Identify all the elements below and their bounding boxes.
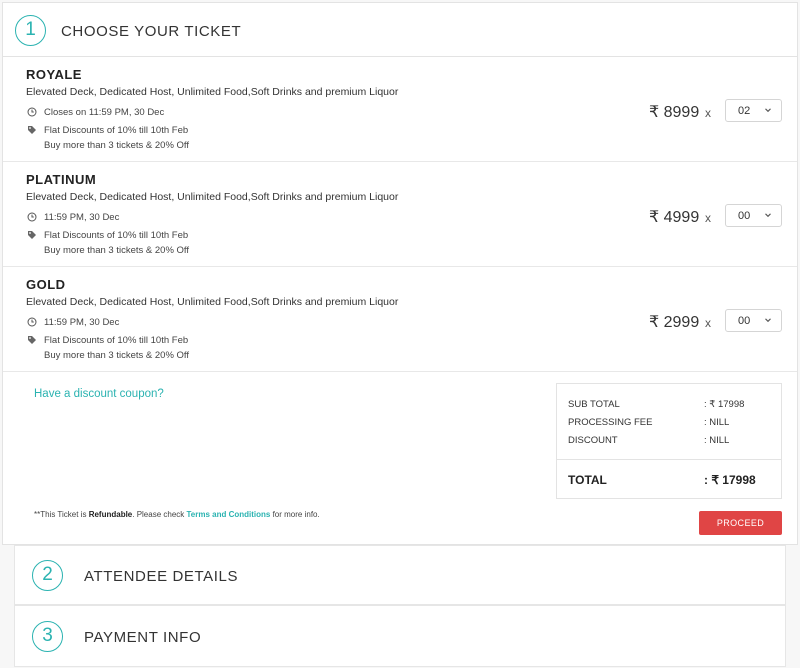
ticket-closes: Closes on 11:59 PM, 30 Dec bbox=[26, 106, 164, 118]
chevron-down-icon bbox=[765, 213, 771, 218]
ticket-name: GOLD bbox=[26, 277, 66, 292]
tag-icon bbox=[26, 334, 38, 346]
ticket-price: ₹ 4999 bbox=[649, 209, 700, 226]
ticket-offer-2: Buy more than 3 tickets & 20% Off bbox=[44, 350, 190, 361]
ticket-row-royale: ROYALE Elevated Deck, Dedicated Host, Un… bbox=[3, 57, 797, 162]
quantity-select[interactable]: 02 bbox=[725, 99, 782, 122]
ticket-offer: Flat Discounts of 10% till 10th Feb bbox=[26, 229, 188, 241]
processing-fee-label: PROCESSING FEE bbox=[568, 417, 653, 428]
clock-icon bbox=[26, 211, 38, 223]
quantity-value: 02 bbox=[738, 104, 751, 117]
clock-icon bbox=[26, 316, 38, 328]
refund-suffix: for more info. bbox=[270, 510, 320, 519]
step-1-title: CHOOSE YOUR TICKET bbox=[61, 23, 242, 40]
tag-icon bbox=[26, 229, 38, 241]
step-3-title: PAYMENT INFO bbox=[84, 629, 202, 646]
ticket-offer-2: Buy more than 3 tickets & 20% Off bbox=[44, 140, 190, 151]
proceed-button[interactable]: PROCEED bbox=[699, 511, 782, 535]
ticket-offer-text: Flat Discounts of 10% till 10th Feb bbox=[44, 334, 189, 346]
order-summary: SUB TOTAL : ₹ 17998 PROCESSING FEE : NIL… bbox=[556, 383, 782, 499]
ticket-offer-2: Buy more than 3 tickets & 20% Off bbox=[44, 245, 190, 256]
ticket-offer: Flat Discounts of 10% till 10th Feb bbox=[26, 124, 188, 136]
refund-middle: . Please check bbox=[132, 510, 187, 519]
multiply-sign: x bbox=[705, 106, 711, 120]
discount-label: DISCOUNT bbox=[568, 435, 618, 446]
processing-fee-value: : NILL bbox=[704, 417, 730, 428]
discount-value: : NILL bbox=[704, 435, 730, 446]
step-3-number: 3 bbox=[32, 621, 63, 652]
ticket-closes-text: Closes on 11:59 PM, 30 Dec bbox=[44, 106, 165, 118]
ticket-closes-text: 11:59 PM, 30 Dec bbox=[44, 211, 120, 223]
subtotal-value: : ₹ 17998 bbox=[704, 399, 745, 410]
terms-link[interactable]: Terms and Conditions bbox=[187, 510, 271, 519]
chevron-down-icon bbox=[765, 318, 771, 323]
ticket-offer-text: Flat Discounts of 10% till 10th Feb bbox=[44, 229, 189, 241]
step-1-header[interactable]: 1 CHOOSE YOUR TICKET bbox=[3, 3, 797, 57]
step-3-payment-info[interactable]: 3 PAYMENT INFO bbox=[14, 605, 786, 667]
step-2-number: 2 bbox=[32, 560, 63, 591]
ticket-name: PLATINUM bbox=[26, 172, 97, 187]
step-2-title: ATTENDEE DETAILS bbox=[84, 568, 239, 585]
clock-icon bbox=[26, 106, 38, 118]
refund-bold: Refundable bbox=[88, 510, 133, 519]
ticket-closes: 11:59 PM, 30 Dec bbox=[26, 316, 119, 328]
total-value: : ₹ 17998 bbox=[704, 473, 756, 487]
refund-prefix: **This Ticket is bbox=[34, 510, 89, 519]
ticket-closes: 11:59 PM, 30 Dec bbox=[26, 211, 119, 223]
step-2-attendee-details[interactable]: 2 ATTENDEE DETAILS bbox=[14, 545, 786, 605]
ticket-name: ROYALE bbox=[26, 67, 82, 82]
multiply-sign: x bbox=[705, 211, 711, 225]
step-1-number: 1 bbox=[15, 15, 46, 46]
chevron-down-icon bbox=[765, 108, 771, 113]
ticket-offer: Flat Discounts of 10% till 10th Feb bbox=[26, 334, 188, 346]
quantity-value: 00 bbox=[738, 209, 751, 222]
discount-coupon-link[interactable]: Have a discount coupon? bbox=[34, 388, 164, 400]
subtotal-label: SUB TOTAL bbox=[568, 399, 620, 410]
quantity-value: 00 bbox=[738, 314, 751, 327]
ticket-row-platinum: PLATINUM Elevated Deck, Dedicated Host, … bbox=[3, 162, 797, 267]
total-label: TOTAL bbox=[568, 473, 607, 487]
ticket-description: Elevated Deck, Dedicated Host, Unlimited… bbox=[26, 191, 399, 203]
ticket-offer-text: Flat Discounts of 10% till 10th Feb bbox=[44, 124, 189, 136]
refund-note: **This Ticket is Refundable. Please chec… bbox=[34, 510, 320, 519]
ticket-row-gold: GOLD Elevated Deck, Dedicated Host, Unli… bbox=[3, 267, 797, 372]
multiply-sign: x bbox=[705, 316, 711, 330]
quantity-select[interactable]: 00 bbox=[725, 309, 782, 332]
ticket-description: Elevated Deck, Dedicated Host, Unlimited… bbox=[26, 296, 399, 308]
ticket-price: ₹ 8999 bbox=[649, 104, 700, 121]
ticket-description: Elevated Deck, Dedicated Host, Unlimited… bbox=[26, 86, 399, 98]
tag-icon bbox=[26, 124, 38, 136]
choose-ticket-panel: 1 CHOOSE YOUR TICKET ROYALE Elevated Dec… bbox=[2, 2, 798, 545]
summary-divider bbox=[557, 459, 781, 460]
ticket-price: ₹ 2999 bbox=[649, 314, 700, 331]
ticket-closes-text: 11:59 PM, 30 Dec bbox=[44, 316, 120, 328]
quantity-select[interactable]: 00 bbox=[725, 204, 782, 227]
